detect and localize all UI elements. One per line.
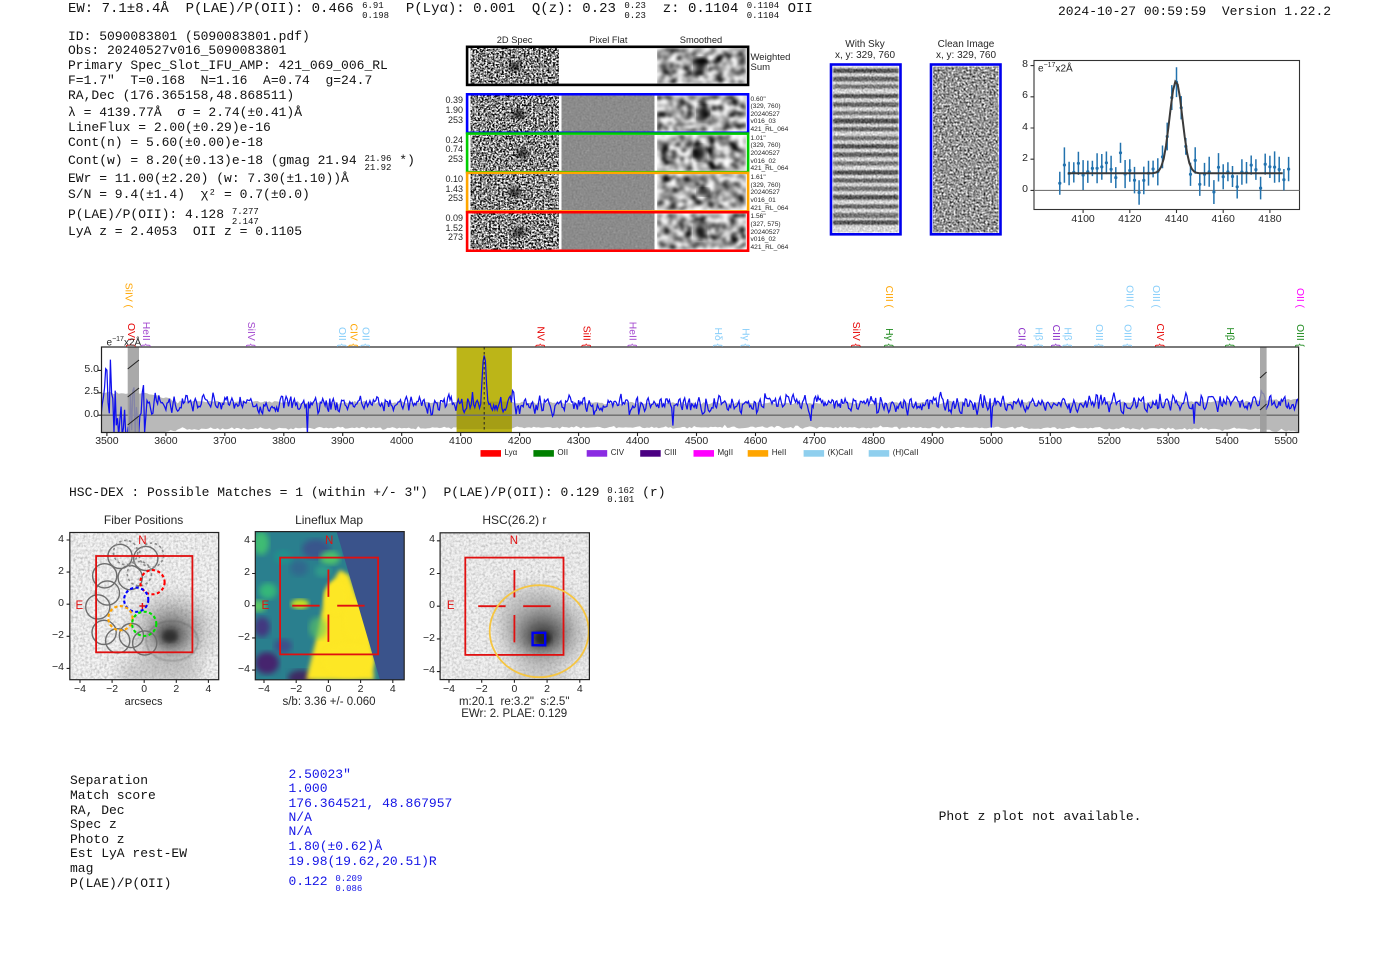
svg-text:Hβ {: Hβ { — [1033, 327, 1044, 347]
svg-text:Hβ {: Hβ { — [1224, 327, 1235, 347]
svg-text:CIII (: CIII ( — [883, 286, 894, 309]
svg-text:Hβ {: Hβ { — [1061, 327, 1072, 347]
svg-text:OIII (: OIII ( — [1123, 285, 1134, 308]
svg-text:SiIV (: SiIV ( — [122, 283, 133, 309]
svg-text:SiIV {: SiIV { — [245, 322, 256, 348]
svg-text:OIII {: OIII { — [1121, 324, 1132, 347]
svg-text:Hδ {: Hδ { — [712, 328, 723, 348]
svg-text:HeII {: HeII { — [626, 322, 637, 348]
svg-text:OII {: OII { — [336, 327, 347, 348]
svg-text:Hγ {: Hγ { — [883, 328, 894, 347]
svg-text:OIII (: OIII ( — [1150, 285, 1161, 308]
svg-text:OIII {: OIII { — [1294, 324, 1305, 347]
svg-text:CII {: CII { — [1016, 328, 1027, 348]
svg-text:SiIV {: SiIV { — [850, 322, 861, 348]
svg-text:OII (: OII ( — [1294, 288, 1305, 309]
svg-text:OIII {: OIII { — [1093, 324, 1104, 347]
svg-text:OII {: OII { — [359, 327, 370, 348]
svg-text:CIV {: CIV { — [1154, 324, 1165, 348]
svg-text:NV {: NV { — [535, 326, 546, 347]
svg-text:Hγ {: Hγ { — [740, 328, 751, 347]
svg-text:SiII {: SiII { — [581, 326, 592, 348]
svg-text:HeII {: HeII { — [140, 322, 151, 348]
svg-text:CIII {: CIII { — [1050, 325, 1061, 348]
svg-text:CIV {: CIV { — [348, 324, 359, 348]
